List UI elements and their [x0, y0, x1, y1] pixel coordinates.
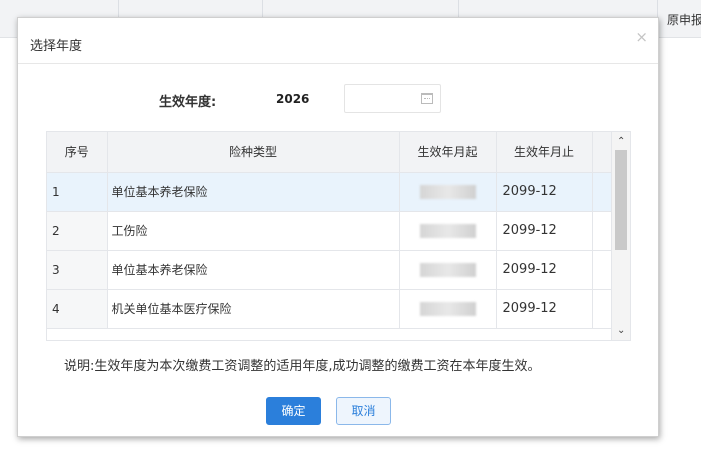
row-start-date	[399, 289, 497, 329]
table-row[interactable]: 1 单位基本养老保险 2099-12	[47, 172, 613, 212]
scroll-down-icon[interactable]: ⌄	[617, 325, 625, 336]
table-row[interactable]: 3 单位基本养老保险 2099-12	[47, 250, 613, 290]
select-year-dialog: 选择年度 × 生效年度: 2026 序号 险种类型 生效年月起 生效年月止 1 …	[17, 17, 659, 437]
redacted-value	[419, 262, 476, 277]
calendar-icon[interactable]	[421, 93, 433, 104]
row-index: 3	[47, 250, 108, 290]
table-header-row: 序号 险种类型 生效年月起 生效年月止	[47, 132, 613, 173]
explanation-note: 说明:生效年度为本次缴费工资调整的适用年度,成功调整的缴费工资在本年度生效。	[64, 359, 541, 374]
column-header-type: 险种类型	[107, 132, 400, 173]
row-insurance-type: 单位基本养老保险	[107, 250, 400, 290]
row-end-date: 2099-12	[496, 172, 593, 212]
cancel-button[interactable]: 取消	[336, 397, 391, 425]
close-icon[interactable]: ×	[635, 28, 648, 46]
effective-year-label: 生效年度:	[159, 95, 217, 110]
row-start-date	[399, 250, 497, 290]
insurance-table: 序号 险种类型 生效年月起 生效年月止 1 单位基本养老保险 2099-12 2	[46, 131, 631, 341]
column-header-index: 序号	[47, 132, 108, 173]
row-start-date	[399, 211, 497, 251]
row-index: 1	[47, 172, 108, 212]
row-insurance-type: 工伤险	[107, 211, 400, 251]
row-index: 4	[47, 289, 108, 329]
dialog-title: 选择年度	[30, 39, 83, 54]
redacted-value	[419, 301, 476, 316]
table-scrollbar[interactable]: ⌃ ⌄	[611, 132, 630, 340]
column-header-spacer	[592, 132, 613, 173]
scrollbar-thumb[interactable]	[615, 150, 627, 250]
scroll-up-icon[interactable]: ⌃	[617, 136, 625, 147]
row-insurance-type: 机关单位基本医疗保险	[107, 289, 400, 329]
effective-year-value[interactable]: 2026	[276, 92, 309, 106]
row-end-date: 2099-12	[496, 250, 593, 290]
row-spacer	[592, 172, 613, 212]
redacted-value	[419, 184, 476, 199]
year-picker-input[interactable]	[344, 84, 441, 113]
row-spacer	[592, 250, 613, 290]
row-spacer	[592, 289, 613, 329]
row-start-date	[399, 172, 497, 212]
confirm-button[interactable]: 确定	[266, 397, 321, 425]
row-end-date: 2099-12	[496, 289, 593, 329]
row-end-date: 2099-12	[496, 211, 593, 251]
column-header-end: 生效年月止	[496, 132, 593, 173]
row-index: 2	[47, 211, 108, 251]
row-spacer	[592, 211, 613, 251]
title-divider	[18, 63, 658, 64]
table-row[interactable]: 2 工伤险 2099-12	[47, 211, 613, 251]
redacted-value	[419, 223, 476, 238]
column-header-start: 生效年月起	[399, 132, 497, 173]
background-header-label: 原申报	[667, 13, 701, 27]
table-row[interactable]: 4 机关单位基本医疗保险 2099-12	[47, 289, 613, 329]
row-insurance-type: 单位基本养老保险	[107, 172, 400, 212]
